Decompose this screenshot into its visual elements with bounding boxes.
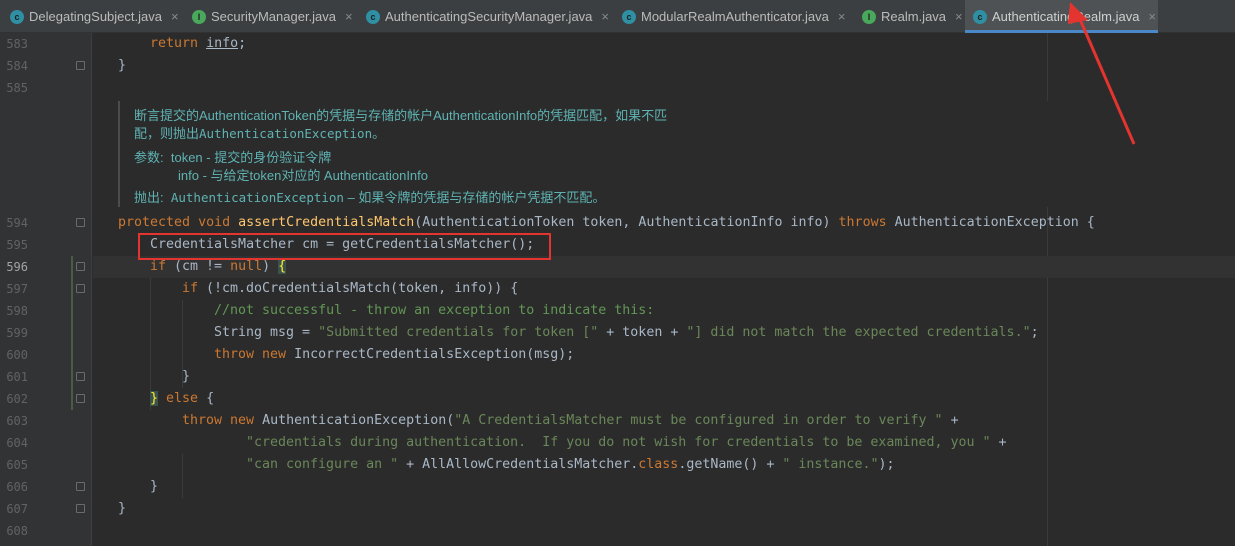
tab-modular-realm-authenticator[interactable]: ModularRealmAuthenticator.java ×	[622, 0, 854, 33]
line-number: 601	[6, 370, 28, 384]
tab-label: AuthenticatingSecurityManager.java	[385, 9, 593, 24]
line-number: 604	[6, 436, 28, 450]
line-number: 585	[6, 81, 28, 95]
code-line-605: "can configure an " + AllAllowCredential…	[246, 457, 895, 472]
close-icon[interactable]: ×	[955, 9, 963, 24]
tab-authenticating-security-manager[interactable]: AuthenticatingSecurityManager.java ×	[366, 0, 614, 33]
close-icon[interactable]: ×	[171, 9, 179, 24]
line-number: 608	[6, 524, 28, 538]
line-number: 598	[6, 304, 28, 318]
code-line-597: if (!cm.doCredentialsMatch(token, info))…	[182, 281, 519, 296]
fold-marker-icon[interactable]	[76, 218, 85, 227]
line-number: 600	[6, 348, 28, 362]
tab-delegating-subject[interactable]: DelegatingSubject.java ×	[10, 0, 186, 33]
tab-security-manager[interactable]: SecurityManager.java ×	[192, 0, 358, 33]
line-number: 602	[6, 392, 28, 406]
fold-marker-icon[interactable]	[76, 482, 85, 491]
code-line-594: protected void assertCredentialsMatch(Au…	[118, 215, 1095, 230]
tab-label: DelegatingSubject.java	[29, 9, 162, 24]
tab-label: SecurityManager.java	[211, 9, 337, 24]
fold-marker-icon[interactable]	[76, 262, 85, 271]
interface-icon	[862, 9, 876, 24]
doc-throws: 抛出: AuthenticationException – 如果令牌的凭据与存储…	[134, 190, 606, 205]
line-number: 596	[6, 260, 28, 274]
code-line-584: }	[118, 58, 127, 73]
doc-description-cont: 配，则抛出AuthenticationException。	[134, 126, 386, 141]
indent-guide	[182, 454, 183, 498]
code-line-603: throw new AuthenticationException("A Cre…	[182, 413, 959, 428]
fold-marker-icon[interactable]	[76, 284, 85, 293]
class-icon	[622, 9, 636, 24]
line-number: 606	[6, 480, 28, 494]
code-line-606: }	[150, 479, 159, 494]
line-number: 603	[6, 414, 28, 428]
line-number: 607	[6, 502, 28, 516]
code-line-583: return info;	[150, 36, 247, 51]
doc-description: 断言提交的AuthenticationToken的凭据与存储的帐户Authent…	[134, 108, 668, 123]
tab-label: ModularRealmAuthenticator.java	[641, 9, 829, 24]
code-line-599: String msg = "Submitted credentials for …	[214, 325, 1039, 340]
class-icon	[10, 9, 24, 24]
code-line-600: throw new IncorrectCredentialsException(…	[214, 347, 575, 362]
vcs-change-marker[interactable]	[71, 256, 73, 410]
close-icon[interactable]: ×	[601, 9, 609, 24]
line-number: 605	[6, 458, 28, 472]
fold-marker-icon[interactable]	[76, 394, 85, 403]
class-icon	[973, 9, 987, 24]
fold-marker-icon[interactable]	[76, 504, 85, 513]
close-icon[interactable]: ×	[838, 9, 846, 24]
line-number: 594	[6, 216, 28, 230]
class-icon	[366, 9, 380, 24]
fold-marker-icon[interactable]	[76, 61, 85, 70]
tab-realm[interactable]: Realm.java ×	[862, 0, 963, 33]
doc-param-info: info - 与给定token对应的 AuthenticationInfo	[178, 168, 429, 183]
close-icon[interactable]: ×	[345, 9, 353, 24]
line-number: 595	[6, 238, 28, 252]
code-line-604: "credentials during authentication. If y…	[246, 435, 1007, 450]
annotation-arrow-icon	[1068, 2, 1136, 145]
tab-label: Realm.java	[881, 9, 947, 24]
rendered-doc-comment: 断言提交的AuthenticationToken的凭据与存储的帐户Authent…	[118, 101, 1048, 207]
code-line-601: }	[182, 369, 191, 384]
line-number: 599	[6, 326, 28, 340]
doc-params: 参数: token - 提交的身份验证令牌	[134, 150, 332, 165]
code-line-598: //not successful - throw an exception to…	[214, 303, 655, 318]
interface-icon	[192, 9, 206, 24]
line-number: 584	[6, 59, 28, 73]
code-line-607: }	[118, 501, 127, 516]
fold-marker-icon[interactable]	[76, 372, 85, 381]
annotation-highlight-box	[138, 233, 551, 260]
line-number: 583	[6, 37, 28, 51]
code-line-602: } else {	[150, 391, 215, 406]
line-number: 597	[6, 282, 28, 296]
